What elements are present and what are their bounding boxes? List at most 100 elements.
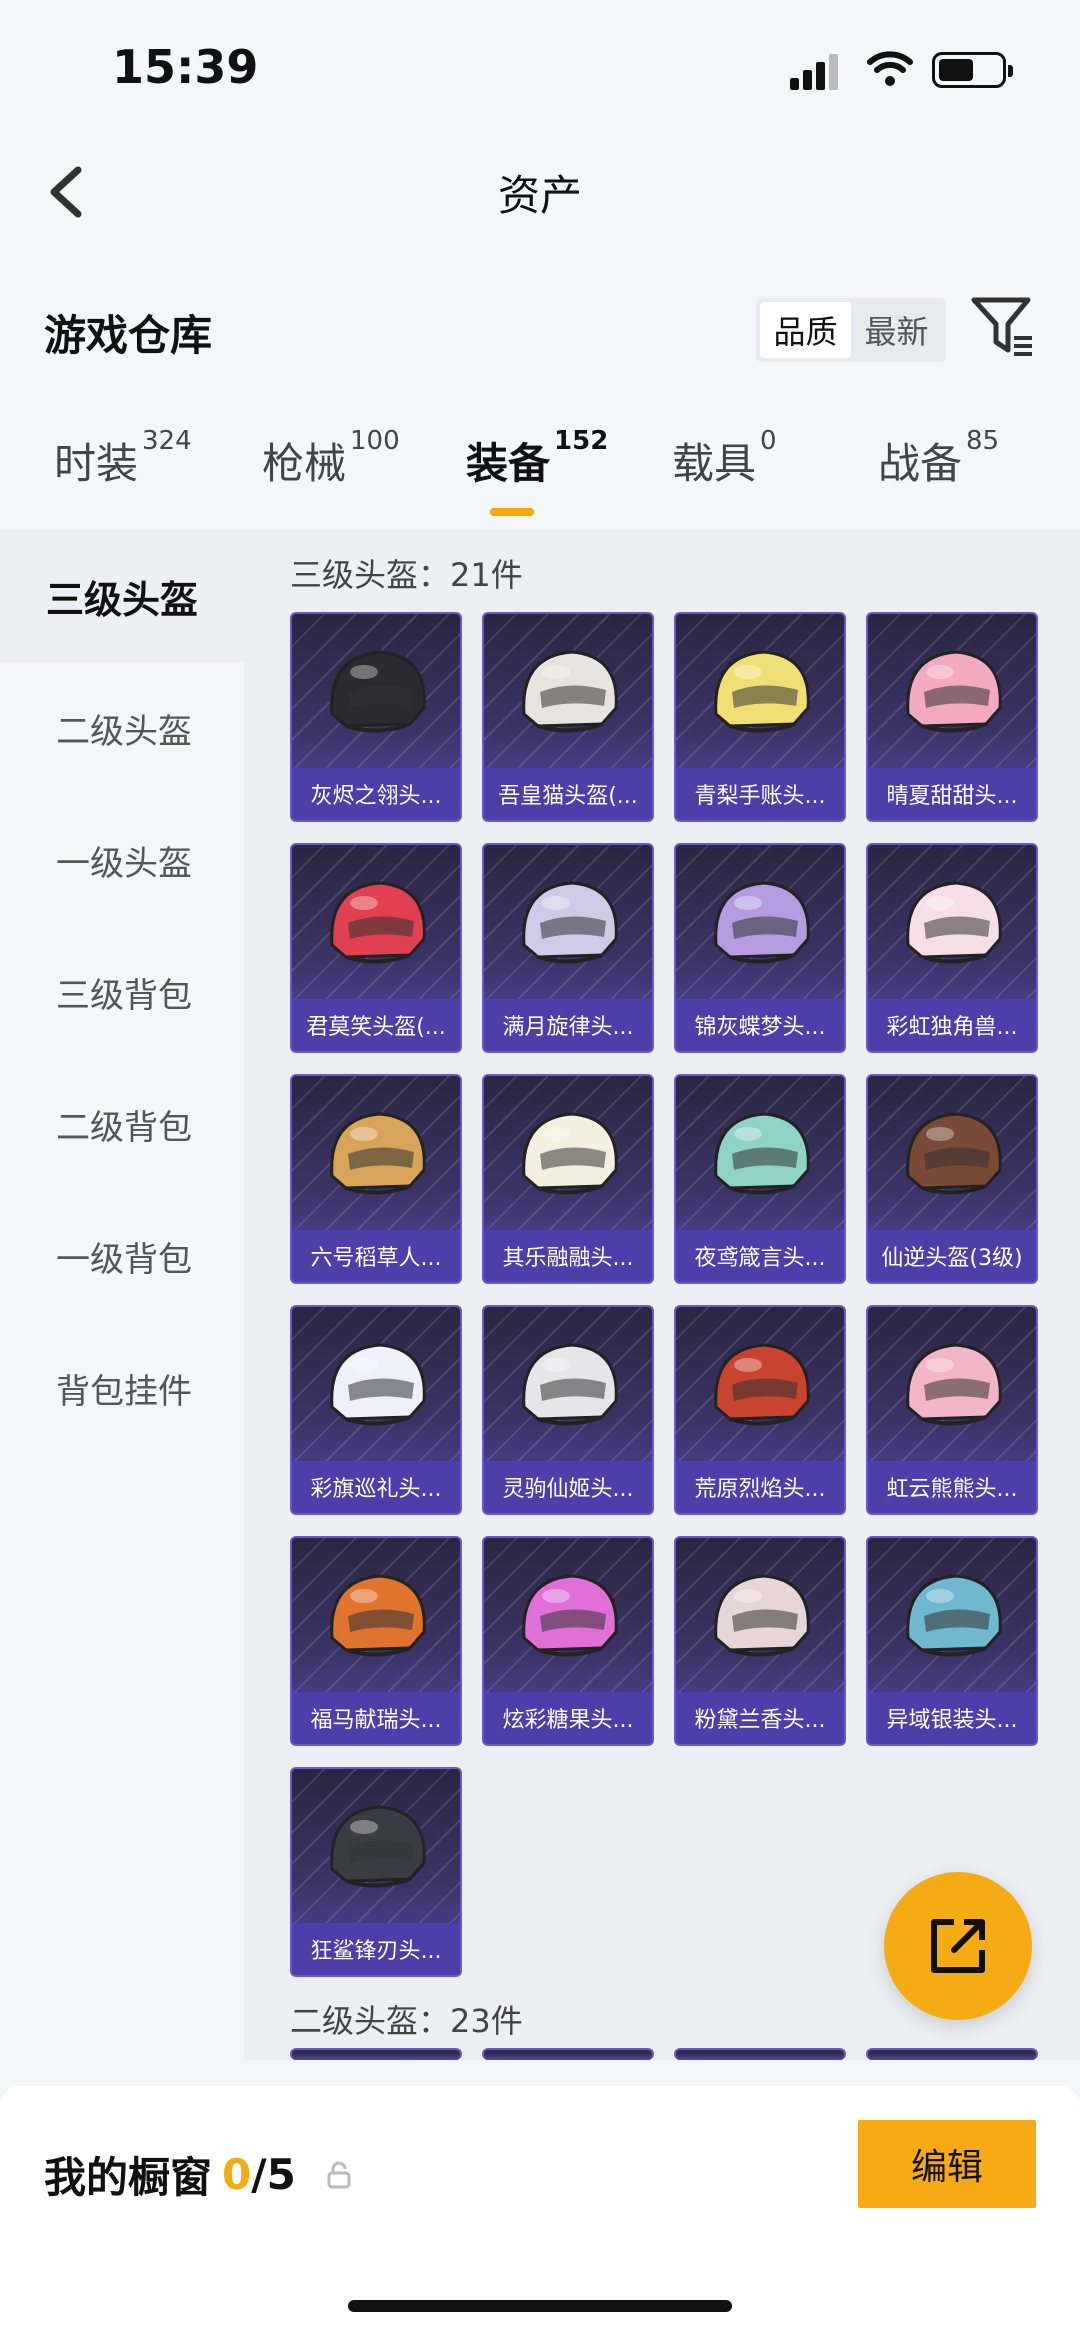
item-card[interactable]: 满月旋律头...	[482, 843, 654, 1053]
item-name: 灵驹仙姬头...	[484, 1461, 652, 1513]
sidebar-item-level1-helmet[interactable]: 一级头盔	[0, 794, 244, 926]
item-name: 虹云熊熊头...	[868, 1461, 1036, 1513]
item-card[interactable]: 灵驹仙姬头...	[482, 1305, 654, 1515]
helmet-icon	[906, 881, 1002, 964]
helmet-icon	[330, 650, 426, 733]
helmet-icon	[906, 1112, 1002, 1195]
item-card[interactable]: 荒原烈焰头...	[674, 1305, 846, 1515]
item-card[interactable]: 粉黛兰香头...	[674, 1536, 846, 1746]
tab-vehicles[interactable]: 载具 0	[672, 426, 777, 491]
item-name: 满月旋律头...	[484, 999, 652, 1051]
item-card[interactable]: 彩虹独角兽...	[866, 843, 1038, 1053]
item-card[interactable]: 炫彩糖果头...	[482, 1536, 654, 1746]
tab-label: 载具	[672, 439, 757, 488]
sort-newest[interactable]: 最新	[851, 302, 942, 358]
item-grid: 三级头盔：21件 二级头盔：23件 灰烬之翎头... 吾皇猫头盔(... 青梨手账头…	[244, 530, 1080, 2060]
tab-count: 324	[142, 426, 192, 456]
item-name: 晴夏甜甜头...	[868, 768, 1036, 820]
helmet-icon	[714, 650, 810, 733]
category-tabs: 时装 324 枪械 100 装备 152 载具 0 战备 85	[0, 426, 1080, 530]
filter-icon[interactable]	[970, 294, 1036, 360]
sidebar-item-backpack-pendant[interactable]: 背包挂件	[0, 1322, 244, 1454]
tab-count: 152	[554, 426, 609, 456]
group-title: 三级头盔：21件	[290, 556, 523, 594]
tab-count: 0	[760, 426, 777, 456]
item-name: 彩虹独角兽...	[868, 999, 1036, 1051]
item-name: 炫彩糖果头...	[484, 1692, 652, 1744]
item-name: 夜鸢箴言头...	[676, 1230, 844, 1282]
item-card[interactable]: 其乐融融头...	[482, 1074, 654, 1284]
helmet-icon	[330, 1805, 426, 1888]
showcase-count: 0	[222, 2150, 252, 2199]
sidebar-item-level3-helmet[interactable]: 三级头盔	[0, 530, 244, 662]
item-card[interactable]: 青梨手账头...	[674, 612, 846, 822]
item-card-partial[interactable]	[866, 2048, 1038, 2060]
sidebar-item-level2-helmet[interactable]: 二级头盔	[0, 662, 244, 794]
helmet-icon	[330, 1112, 426, 1195]
helmet-icon	[522, 881, 618, 964]
item-card[interactable]: 六号稻草人...	[290, 1074, 462, 1284]
sort-toggle: 品质 最新	[756, 298, 946, 362]
helmet-icon	[330, 1343, 426, 1426]
showcase-label: 我的橱窗	[44, 2153, 213, 2202]
helmet-icon	[330, 881, 426, 964]
page-title: 资产	[497, 171, 582, 220]
tab-supplies[interactable]: 战备 85	[878, 426, 999, 491]
helmet-icon	[714, 1343, 810, 1426]
item-name: 福马献瑞头...	[292, 1692, 460, 1744]
item-name: 仙逆头盔(3级)	[868, 1230, 1036, 1282]
sidebar-item-level2-backpack[interactable]: 二级背包	[0, 1058, 244, 1190]
helmet-icon	[714, 1574, 810, 1657]
tab-guns[interactable]: 枪械 100	[262, 426, 400, 491]
item-card-partial[interactable]	[290, 2048, 462, 2060]
item-card-partial[interactable]	[674, 2048, 846, 2060]
item-card[interactable]: 彩旗巡礼头...	[290, 1305, 462, 1515]
item-card[interactable]: 虹云熊熊头...	[866, 1305, 1038, 1515]
showcase-total: /5	[251, 2150, 296, 2199]
tab-label: 战备	[878, 439, 963, 488]
sidebar: 三级头盔 二级头盔 一级头盔 三级背包 二级背包 一级背包 背包挂件	[0, 530, 244, 2060]
tab-label: 枪械	[262, 439, 347, 488]
item-name: 锦灰蝶梦头...	[676, 999, 844, 1051]
item-name: 荒原烈焰头...	[676, 1461, 844, 1513]
item-card[interactable]: 夜鸢箴言头...	[674, 1074, 846, 1284]
item-card[interactable]: 吾皇猫头盔(...	[482, 612, 654, 822]
share-button[interactable]	[884, 1872, 1032, 2020]
helmet-icon	[330, 1574, 426, 1657]
asset-page: 15:39 资产 游戏仓库 品质 最新 时装 324 枪械 100 装备 152 载具…	[0, 0, 1080, 2337]
sidebar-item-level1-backpack[interactable]: 一级背包	[0, 1190, 244, 1322]
helmet-icon	[522, 1343, 618, 1426]
item-card[interactable]: 锦灰蝶梦头...	[674, 843, 846, 1053]
status-time: 15:39	[112, 40, 259, 94]
wifi-icon	[867, 51, 913, 86]
warehouse-title: 游戏仓库	[44, 311, 213, 360]
item-card[interactable]: 仙逆头盔(3级)	[866, 1074, 1038, 1284]
sort-quality[interactable]: 品质	[760, 302, 851, 358]
tab-count: 100	[350, 426, 400, 456]
sidebar-item-level3-backpack[interactable]: 三级背包	[0, 926, 244, 1058]
item-card[interactable]: 狂鲨锋刃头...	[290, 1767, 462, 1977]
content-area: 三级头盔 二级头盔 一级头盔 三级背包 二级背包 一级背包 背包挂件 三级头盔：…	[0, 530, 1080, 2060]
edit-button[interactable]: 编辑	[858, 2120, 1036, 2208]
tab-label: 装备	[466, 439, 551, 488]
item-card[interactable]: 福马献瑞头...	[290, 1536, 462, 1746]
nav-bar: 资产	[0, 140, 1080, 240]
active-tab-indicator	[490, 508, 534, 516]
item-card[interactable]: 晴夏甜甜头...	[866, 612, 1038, 822]
item-name: 青梨手账头...	[676, 768, 844, 820]
item-card[interactable]: 灰烬之翎头...	[290, 612, 462, 822]
lock-icon	[327, 2161, 351, 2188]
item-name: 彩旗巡礼头...	[292, 1461, 460, 1513]
helmet-icon	[906, 1574, 1002, 1657]
item-name: 六号稻草人...	[292, 1230, 460, 1282]
item-name: 吾皇猫头盔(...	[484, 768, 652, 820]
item-card[interactable]: 异域银装头...	[866, 1536, 1038, 1746]
tab-equipment[interactable]: 装备 152	[466, 426, 608, 491]
helmet-icon	[522, 1112, 618, 1195]
item-card-partial[interactable]	[482, 2048, 654, 2060]
home-indicator	[348, 2300, 732, 2312]
tab-fashion[interactable]: 时装 324	[54, 426, 192, 491]
battery-icon	[932, 52, 1013, 88]
tab-count: 85	[966, 426, 1000, 456]
item-card[interactable]: 君莫笑头盔(...	[290, 843, 462, 1053]
